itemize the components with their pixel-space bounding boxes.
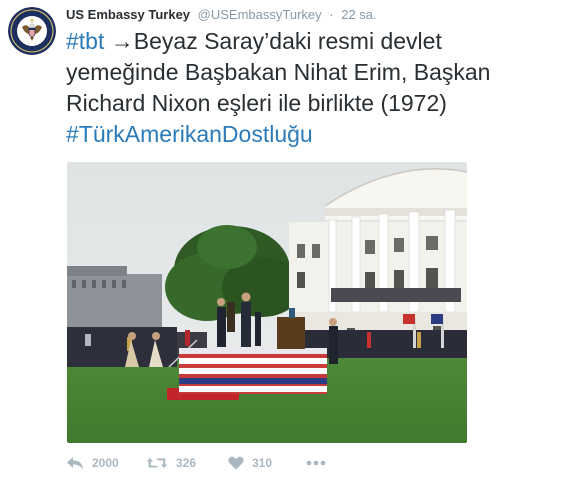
reply-count: 2000 [92,456,119,470]
reply-button[interactable]: 2000 [66,456,146,470]
retweet-icon [146,458,168,468]
more-button[interactable] [306,460,336,466]
like-count: 310 [252,456,273,470]
retweet-count: 326 [176,456,197,470]
tweet-body: →Beyaz Saray’daki resmi devlet yemeğinde… [66,28,491,116]
hashtag-turk-amerikan-dostlugu[interactable]: #TürkAmerikanDostluğu [66,121,313,147]
tweet-actions: 2000 326 310 [66,452,336,474]
account-handle[interactable]: @USEmbassyTurkey [198,7,322,22]
retweet-button[interactable]: 326 [146,456,228,470]
more-dots-icon [306,460,326,466]
tweet-photo[interactable] [67,162,467,443]
white-house-ceremony-photo [67,162,467,443]
timestamp[interactable]: 22 sa. [341,7,376,22]
tweet: US Embassy Turkey @USEmbassyTurkey · 22 … [0,0,565,477]
embassy-seal-icon [8,7,56,55]
avatar[interactable] [8,7,56,55]
account-name[interactable]: US Embassy Turkey [66,7,190,22]
heart-icon [228,456,244,470]
tweet-header: US Embassy Turkey @USEmbassyTurkey · 22 … [66,7,377,25]
hashtag-tbt[interactable]: #tbt [66,28,104,54]
separator: · [329,7,334,22]
reply-arrow-icon [67,457,83,469]
like-button[interactable]: 310 [228,456,306,470]
tweet-text: #tbt →Beyaz Saray’daki resmi devlet yeme… [66,26,558,150]
